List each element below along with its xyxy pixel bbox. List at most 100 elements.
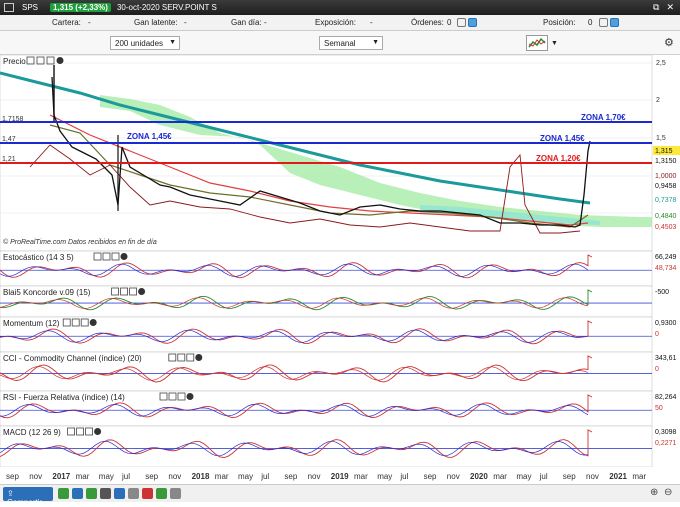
- screener-icon[interactable]: [86, 488, 97, 499]
- position-list-icon[interactable]: [599, 18, 608, 28]
- orders-detail-icon[interactable]: [468, 18, 477, 28]
- chart-type-icon: [528, 37, 546, 48]
- x-axis-label: sep: [563, 472, 576, 481]
- footer-bar: ⇪ Compartir ⊕ ⊖: [0, 484, 680, 507]
- share-icon: ⇪: [7, 489, 14, 498]
- share-button[interactable]: ⇪ Compartir: [3, 487, 53, 507]
- zone-label-120: ZONA 1,20€: [536, 154, 581, 163]
- orders-icons[interactable]: [455, 18, 477, 28]
- orders-list-icon[interactable]: [457, 18, 466, 28]
- indicator-value: 82,264: [655, 394, 677, 401]
- x-axis-label: may: [238, 472, 253, 481]
- indicator-title: Blai5 Koncorde v.09 (15): [3, 288, 91, 297]
- chart-type-button[interactable]: [526, 35, 548, 51]
- x-axis-label: mar: [632, 472, 646, 481]
- x-axis-label: mar: [76, 472, 90, 481]
- lock-icon[interactable]: [100, 488, 111, 499]
- x-axis-label: mar: [215, 472, 229, 481]
- indicator-value: 0,2271: [655, 440, 677, 447]
- symbol-label: SPS: [22, 3, 39, 12]
- units-select[interactable]: 200 unidades ▼: [110, 36, 180, 50]
- price-panel-title: Precio: [3, 57, 26, 66]
- chart-toolbar: 200 unidades ▼ Semanal ▼ ▼ ⚙: [0, 31, 680, 55]
- left-level-3: 1,21: [2, 156, 16, 163]
- indicator-value: 0: [655, 366, 659, 373]
- chart-icon[interactable]: [114, 488, 125, 499]
- close-icon[interactable]: ✕: [666, 2, 674, 13]
- indicator-value: 0: [655, 331, 659, 338]
- x-axis-label: jul: [121, 472, 130, 481]
- x-axis-label: mar: [354, 472, 368, 481]
- app-icon: [4, 3, 14, 12]
- trade-icon[interactable]: [156, 488, 167, 499]
- exposicion-value: -: [370, 18, 373, 27]
- period-select-value: Semanal: [324, 39, 356, 48]
- chevron-down-icon: ▼: [372, 39, 379, 46]
- right-axis-9: 0,4840: [655, 213, 677, 220]
- ordenes-value: 0: [447, 18, 452, 27]
- zone-label-145-left: ZONA 1,45€: [127, 132, 172, 141]
- right-axis-2: 2: [656, 97, 660, 104]
- right-axis-6: 1,0000: [655, 173, 677, 180]
- alert-icon[interactable]: [142, 488, 153, 499]
- period-select[interactable]: Semanal ▼: [319, 36, 383, 50]
- indicator-icon[interactable]: [72, 488, 83, 499]
- indicator-title: MACD (12 26 9): [3, 428, 61, 437]
- x-axis-label: mar: [493, 472, 507, 481]
- close-icon[interactable]: [138, 288, 146, 295]
- x-axis-label: may: [99, 472, 114, 481]
- indicator-value: 66,249: [655, 254, 677, 261]
- close-icon[interactable]: [120, 253, 128, 260]
- x-axis-label: nov: [308, 472, 321, 481]
- zoom-out-icon[interactable]: ⊖: [664, 487, 672, 498]
- settings-icon[interactable]: [128, 488, 139, 499]
- indicator-value: 343,61: [655, 355, 677, 362]
- x-axis-label: sep: [424, 472, 437, 481]
- title-bar: SPS 1,315 (+2,33%) 30-oct-2020 SERV.POIN…: [0, 0, 680, 15]
- x-axis-label: nov: [447, 472, 460, 481]
- detach-icon[interactable]: ⧉: [653, 2, 659, 13]
- right-axis-1: 2,5: [656, 60, 666, 67]
- gan-dia-value: -: [264, 18, 267, 27]
- chart-type-chevron-icon[interactable]: ▼: [551, 40, 558, 47]
- indicator-title: RSI - Fuerza Relativa (índice) (14): [3, 393, 125, 402]
- left-level-1: 1,7158: [2, 116, 24, 123]
- posicion-value: 0: [588, 18, 593, 27]
- x-axis-label: 2017: [52, 472, 70, 481]
- price-change-badge: 1,315 (+2,33%): [50, 3, 111, 12]
- close-icon[interactable]: [186, 393, 194, 400]
- right-axis-8: 0,7378: [655, 197, 677, 204]
- x-axis-label: 2018: [192, 472, 210, 481]
- right-axis-10: 0,4503: [655, 224, 677, 231]
- right-axis-4: 1,315: [655, 148, 673, 155]
- x-axis-label: 2019: [331, 472, 349, 481]
- indicator-value: 50: [655, 405, 663, 412]
- more-icon[interactable]: [170, 488, 181, 499]
- close-icon[interactable]: [89, 319, 97, 326]
- gan-dia-label: Gan día:: [231, 18, 262, 27]
- indicator-value: -500: [655, 289, 669, 296]
- gan-latente-label: Gan latente:: [134, 18, 178, 27]
- ordenes-label: Órdenes:: [411, 18, 444, 27]
- chart-svg[interactable]: ZONA 1,70€ ZONA 1,45€ ZONA 1,45€ ZONA 1,…: [0, 54, 680, 485]
- position-icons[interactable]: [597, 18, 619, 28]
- x-axis-label: sep: [145, 472, 158, 481]
- gear-icon[interactable]: ⚙: [664, 36, 674, 49]
- indicator-title: Momentum (12): [3, 319, 60, 328]
- draw-tools-icon[interactable]: [58, 488, 69, 499]
- x-axis-label: jul: [260, 472, 269, 481]
- indicator-panel[interactable]: [0, 250, 653, 287]
- x-axis-label: jul: [539, 472, 548, 481]
- share-label: Compartir: [7, 498, 43, 507]
- indicator-title: Estocástico (14 3 5): [3, 253, 74, 262]
- close-icon[interactable]: [56, 57, 64, 64]
- zoom-in-icon[interactable]: ⊕: [650, 487, 658, 498]
- right-axis-5: 1,3150: [655, 158, 677, 165]
- chart-area[interactable]: ZONA 1,70€ ZONA 1,45€ ZONA 1,45€ ZONA 1,…: [0, 54, 680, 485]
- positions-bar: Cartera: - Gan latente: - Gan día: - Exp…: [0, 15, 680, 31]
- cartera-value: -: [88, 18, 91, 27]
- position-detail-icon[interactable]: [610, 18, 619, 28]
- posicion-label: Posición:: [543, 18, 576, 27]
- close-icon[interactable]: [94, 428, 102, 435]
- close-icon[interactable]: [195, 354, 203, 361]
